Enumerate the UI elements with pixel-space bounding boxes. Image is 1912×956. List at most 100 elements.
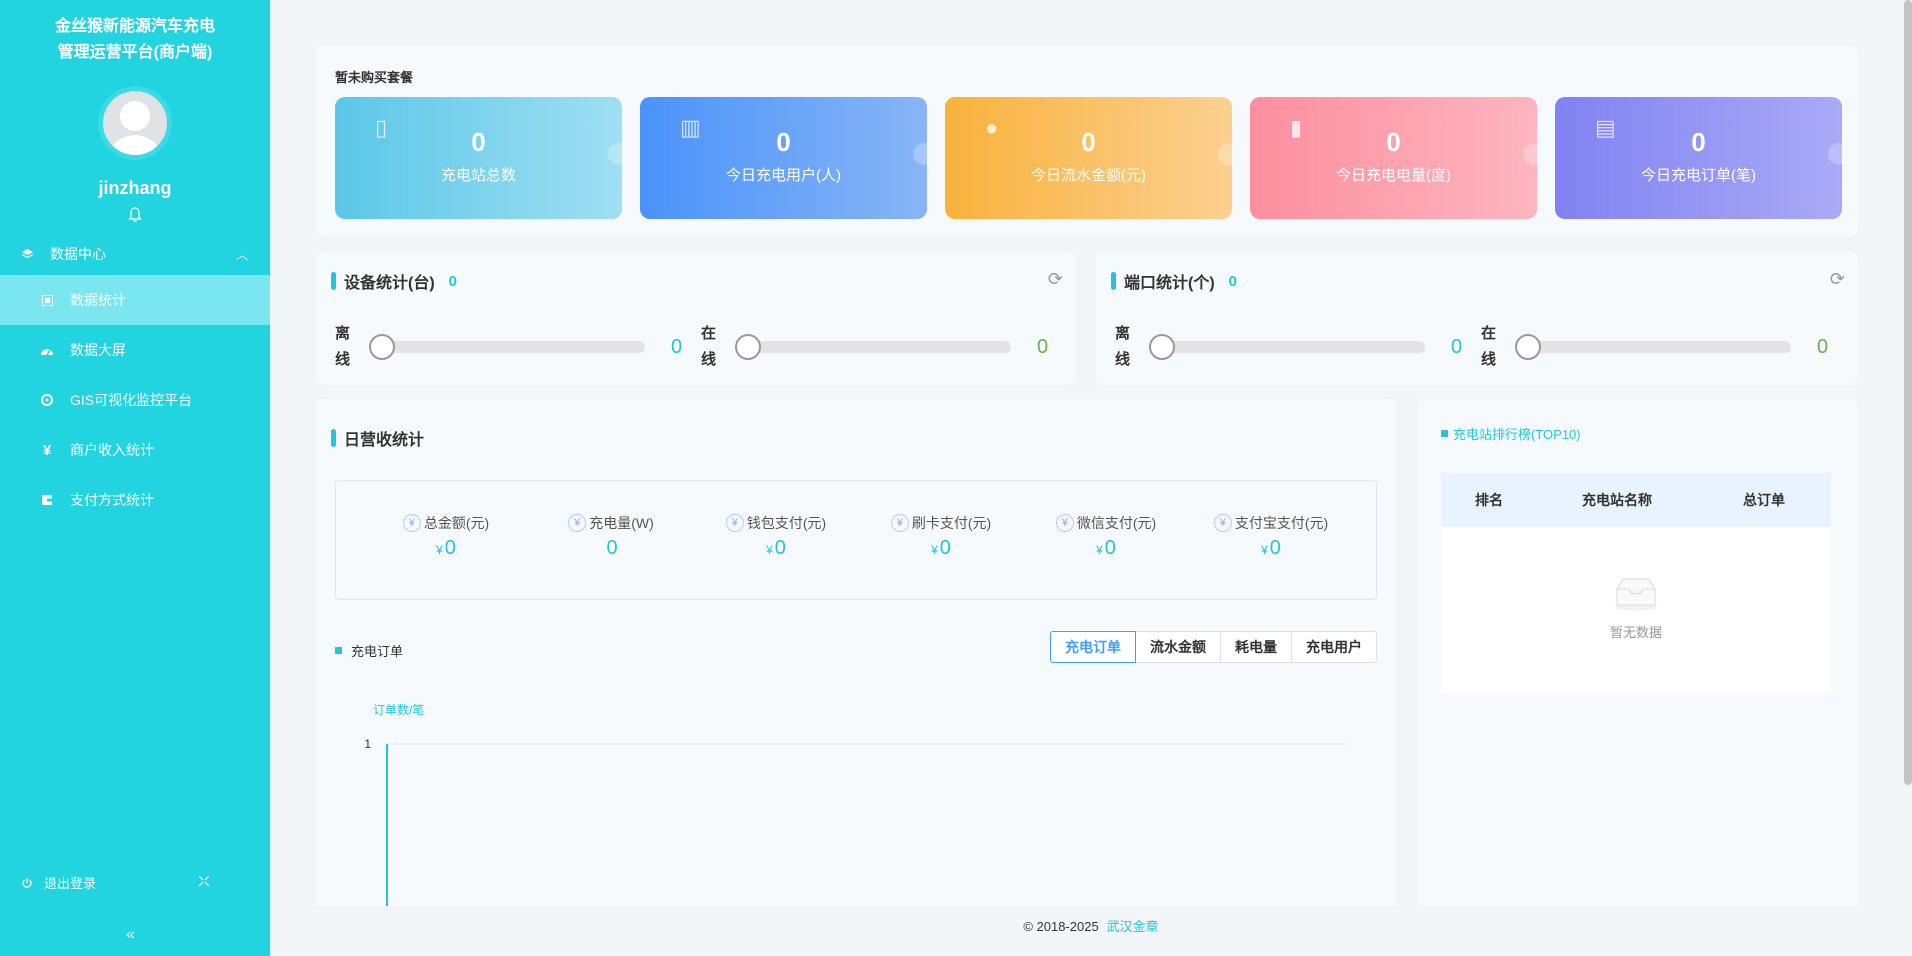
dashboard-icon: [40, 343, 54, 357]
chart-ylabel: 订单数/笔: [373, 703, 425, 717]
charger-icon: ▯: [375, 115, 388, 140]
chart-icon: [40, 293, 54, 307]
sidebar-menu: 数据中心 ︿ 数据统计 数据大屏 GIS可视化监控平台 ¥ 商户收入统计 支付方…: [0, 233, 270, 525]
layers-icon: [20, 247, 34, 261]
refresh-icon[interactable]: ⟳: [1830, 269, 1845, 290]
username: jinzhang: [98, 178, 172, 198]
copyright: © 2018-2025: [1023, 919, 1099, 934]
currency-sign: ¥: [766, 543, 773, 557]
stat-card-users[interactable]: ▥ 0 今日充电用户(人): [640, 97, 927, 219]
sidebar-item-data-stats[interactable]: 数据统计: [0, 275, 270, 325]
collapse-sidebar-icon[interactable]: «: [126, 926, 135, 944]
device-count: 0: [448, 272, 458, 290]
online-value: 0: [1817, 335, 1829, 358]
tab-amount[interactable]: 流水金额: [1135, 631, 1221, 663]
column-header[interactable]: 排名: [1441, 490, 1537, 510]
brand-line-1: 金丝猴新能源汽车充电: [54, 18, 215, 35]
sidebar-item-label: 数据大屏: [70, 342, 126, 358]
offline-progress: [369, 334, 645, 360]
chart-ytick: 1: [364, 737, 371, 751]
stat-card-energy[interactable]: ▮ 0 今日充电电量(度): [1250, 97, 1537, 219]
progress-knob: [1515, 334, 1541, 360]
port-count: 0: [1228, 272, 1238, 290]
device-title: 设备统计(台): [344, 275, 435, 292]
device-stats-card: 设备统计(台) 0 ⟳ 离线 0 在线 0: [314, 250, 1078, 386]
currency-sign: ¥: [1096, 543, 1103, 557]
section-title: 日营收统计: [331, 426, 424, 450]
menu-group-data-center[interactable]: 数据中心 ︿: [0, 233, 270, 275]
title-square: [1441, 430, 1448, 437]
yen-icon: ¥: [42, 441, 52, 459]
port-stats-card: 端口统计(个) 0 ⟳ 离线 0 在线 0: [1094, 250, 1860, 386]
device-online-row: 在线 0: [701, 321, 1048, 373]
sidebar: 金丝猴新能源汽车充电 管理运营平台(商户端) jinzhang 数据中心 ︿ 数…: [0, 0, 270, 956]
page-scrollbar[interactable]: [1904, 0, 1912, 785]
stat-label: 今日充电电量(度): [1336, 167, 1451, 184]
column-header[interactable]: 充电站名称: [1537, 490, 1697, 510]
progress-knob: [369, 334, 395, 360]
summary-label: 刷卡支付(元): [911, 515, 992, 531]
decor-dot: [913, 143, 927, 165]
sidebar-item-label: 商户收入统计: [70, 442, 154, 458]
ranking-title-label: 充电站排行榜(TOP10): [1453, 427, 1581, 442]
avatar[interactable]: [98, 86, 172, 160]
logout-button[interactable]: 退出登录: [20, 873, 210, 892]
currency-sign: ¥: [436, 543, 443, 557]
tab-orders[interactable]: 充电订单: [1050, 631, 1136, 663]
order-chart: 1: [364, 737, 1345, 918]
money-bag-icon: ●: [985, 115, 999, 140]
menu-group-label: 数据中心: [50, 246, 106, 262]
stat-card-orders[interactable]: ▤ 0 今日充电订单(笔): [1555, 97, 1842, 219]
sidebar-item-payment[interactable]: 支付方式统计: [0, 475, 270, 525]
bell-icon[interactable]: [128, 207, 142, 223]
battery-icon: ▮: [1290, 115, 1303, 140]
summary-energy: ¥ 充电量(W) 0: [536, 513, 686, 560]
order-icon: ▤: [1595, 115, 1616, 140]
title-square: [335, 647, 342, 654]
ranking-table-header: 排名 充电站名称 总订单: [1441, 473, 1831, 527]
summary-value: 0: [444, 537, 456, 559]
package-card: 暂未购买套餐 ▯ 0 充电站总数 ▥ 0 今日充电用户(人) ● 0 今日流水金…: [314, 44, 1860, 238]
revenue-card: 日营收统计 ¥ 总金额(元) ¥0 ¥ 充电量(W) 0 ¥ 钱包支付(元) ¥0 ¥…: [314, 397, 1398, 956]
device-offline-row: 离线 0: [335, 321, 682, 373]
sidebar-item-big-screen[interactable]: 数据大屏: [0, 325, 270, 375]
building-icon: ▥: [680, 115, 701, 140]
currency-sign: ¥: [931, 543, 938, 557]
summary-total: ¥ 总金额(元) ¥0: [371, 513, 521, 560]
revenue-summary: ¥ 总金额(元) ¥0 ¥ 充电量(W) 0 ¥ 钱包支付(元) ¥0 ¥ 刷卡支付(元…: [335, 480, 1377, 600]
empty-text: 暂无数据: [1609, 625, 1662, 640]
refresh-icon[interactable]: ⟳: [1048, 269, 1063, 290]
chart-tabs: 充电订单 流水金额 耗电量 充电用户: [1050, 631, 1377, 663]
tab-users[interactable]: 充电用户: [1291, 631, 1377, 663]
port-offline-row: 离线 0: [1115, 321, 1462, 373]
summary-label: 微信支付(元): [1076, 515, 1157, 531]
online-progress: [735, 334, 1011, 360]
yen-icon: ¥: [1055, 514, 1074, 532]
summary-label: 总金额(元): [423, 515, 490, 531]
wallet-icon: [40, 493, 54, 507]
sidebar-item-income[interactable]: ¥ 商户收入统计: [0, 425, 270, 475]
empty-state: 暂无数据: [1441, 575, 1831, 641]
column-header[interactable]: 总订单: [1697, 490, 1831, 510]
summary-value: 0: [939, 537, 951, 559]
yen-icon: ¥: [568, 514, 587, 532]
summary-alipay: ¥ 支付宝支付(元) ¥0: [1196, 513, 1346, 560]
stat-card-amount[interactable]: ● 0 今日流水金额(元): [945, 97, 1232, 219]
summary-label: 支付宝支付(元): [1234, 515, 1329, 531]
currency-sign: ¥: [1261, 543, 1268, 557]
summary-label: 充电量(W): [589, 515, 654, 531]
decor-dot: [608, 143, 622, 165]
brand-title: 金丝猴新能源汽车充电 管理运营平台(商户端): [0, 0, 270, 66]
company-link[interactable]: 武汉金章: [1107, 919, 1159, 934]
sidebar-item-gis[interactable]: GIS可视化监控平台: [0, 375, 270, 425]
empty-box-icon: [1614, 578, 1658, 611]
stat-card-stations[interactable]: ▯ 0 充电站总数: [335, 97, 622, 219]
online-label: 在线: [701, 325, 717, 368]
fullscreen-icon[interactable]: [198, 875, 210, 890]
tab-energy[interactable]: 耗电量: [1220, 631, 1292, 663]
summary-value: 0: [1269, 537, 1281, 559]
port-title: 端口统计(个): [1124, 275, 1215, 292]
main-content: 暂未购买套餐 ▯ 0 充电站总数 ▥ 0 今日充电用户(人) ● 0 今日流水金…: [270, 0, 1912, 956]
avatar-head: [120, 101, 150, 131]
stat-label: 今日充电用户(人): [726, 167, 841, 184]
